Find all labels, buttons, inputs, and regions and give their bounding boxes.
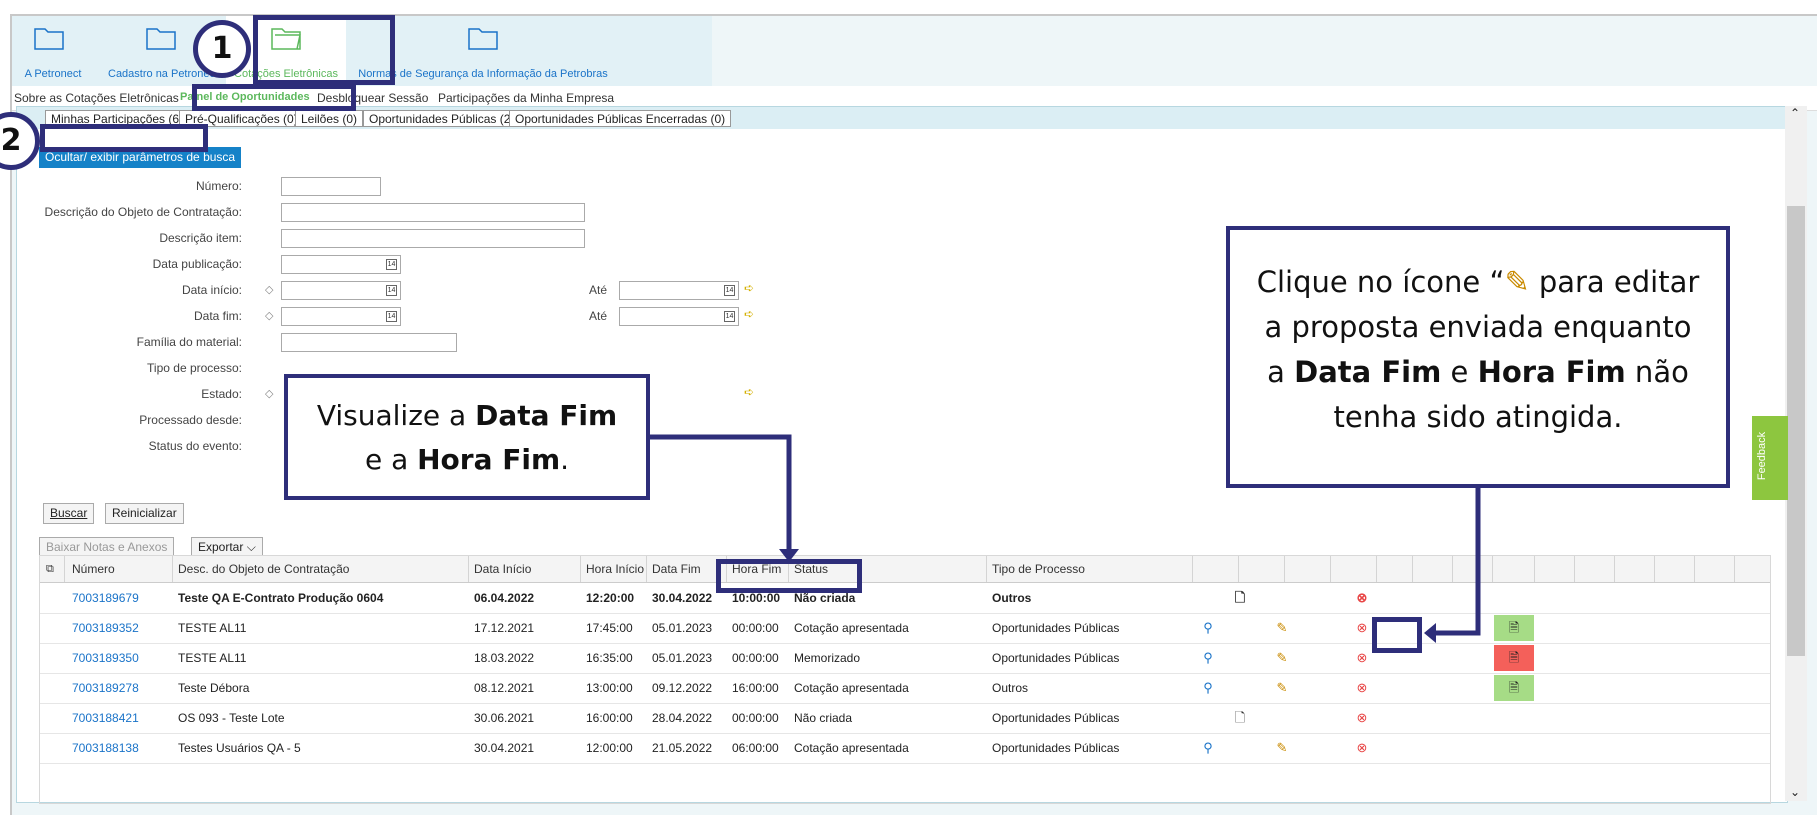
callout-visualize: Visualize a Data Fim e a Hora Fim.	[284, 374, 650, 500]
callout-text: Visualize a	[316, 399, 476, 432]
callout-text: e a	[364, 443, 418, 476]
callout-text-bold: Hora Fim	[1477, 355, 1626, 389]
callout-text-bold: Hora Fim	[417, 443, 561, 476]
callout-text: .	[560, 443, 570, 476]
callout-clique: Clique no ícone “✎ para editar a propost…	[1226, 226, 1730, 488]
arrowhead-edit-icon	[1424, 623, 1436, 643]
callout-text: Clique no ícone “	[1256, 265, 1505, 299]
arrow-to-edit-icon	[1432, 486, 1481, 636]
arrowhead-data-fim	[779, 549, 799, 562]
callout-text-bold: Data Fim	[475, 399, 618, 432]
pencil-icon: ✎	[1504, 265, 1530, 300]
callout-text: e	[1441, 355, 1478, 389]
callout-text-bold: Data Fim	[1294, 355, 1442, 389]
arrow-to-data-fim	[648, 434, 792, 553]
